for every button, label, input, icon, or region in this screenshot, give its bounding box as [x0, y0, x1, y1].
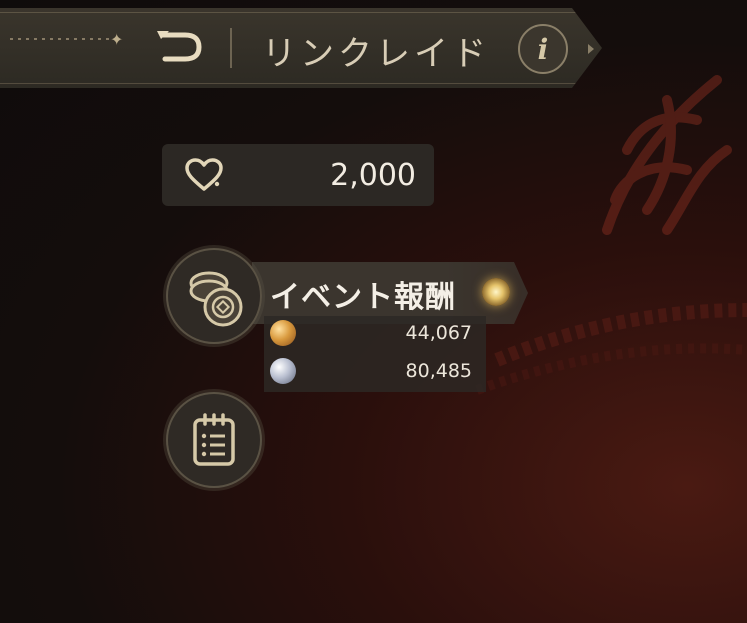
back-button[interactable]: [148, 22, 210, 68]
header-arrow-ornament: [588, 44, 594, 54]
return-arrow-icon: [157, 31, 202, 62]
stamina-display: 2,000: [162, 144, 434, 206]
stamina-value: 2,000: [330, 158, 416, 193]
page-title: リンクレイド: [262, 34, 490, 74]
currency-row: 44,067: [270, 318, 480, 348]
glow-orb-icon: [482, 278, 510, 306]
clipboard-list-icon: [193, 413, 235, 466]
info-icon: i: [537, 32, 549, 66]
currency-value: 80,485: [405, 360, 472, 382]
header-divider: [230, 28, 232, 68]
silver-medal-icon: [270, 358, 296, 384]
currency-row: 80,485: [270, 356, 480, 386]
coins-icon: [189, 271, 243, 327]
gold-medal-icon: [270, 320, 296, 346]
info-button[interactable]: i: [518, 24, 568, 74]
heart-icon: [185, 158, 223, 191]
currency-panel: 44,067 80,485: [264, 316, 486, 392]
mission-list-button[interactable]: [166, 392, 262, 488]
header-ornament: [10, 38, 120, 40]
event-reward-button[interactable]: [166, 248, 262, 344]
sparkle-icon: ✦: [110, 30, 124, 49]
currency-value: 44,067: [405, 322, 472, 344]
event-reward-label: イベント報酬: [270, 280, 456, 315]
